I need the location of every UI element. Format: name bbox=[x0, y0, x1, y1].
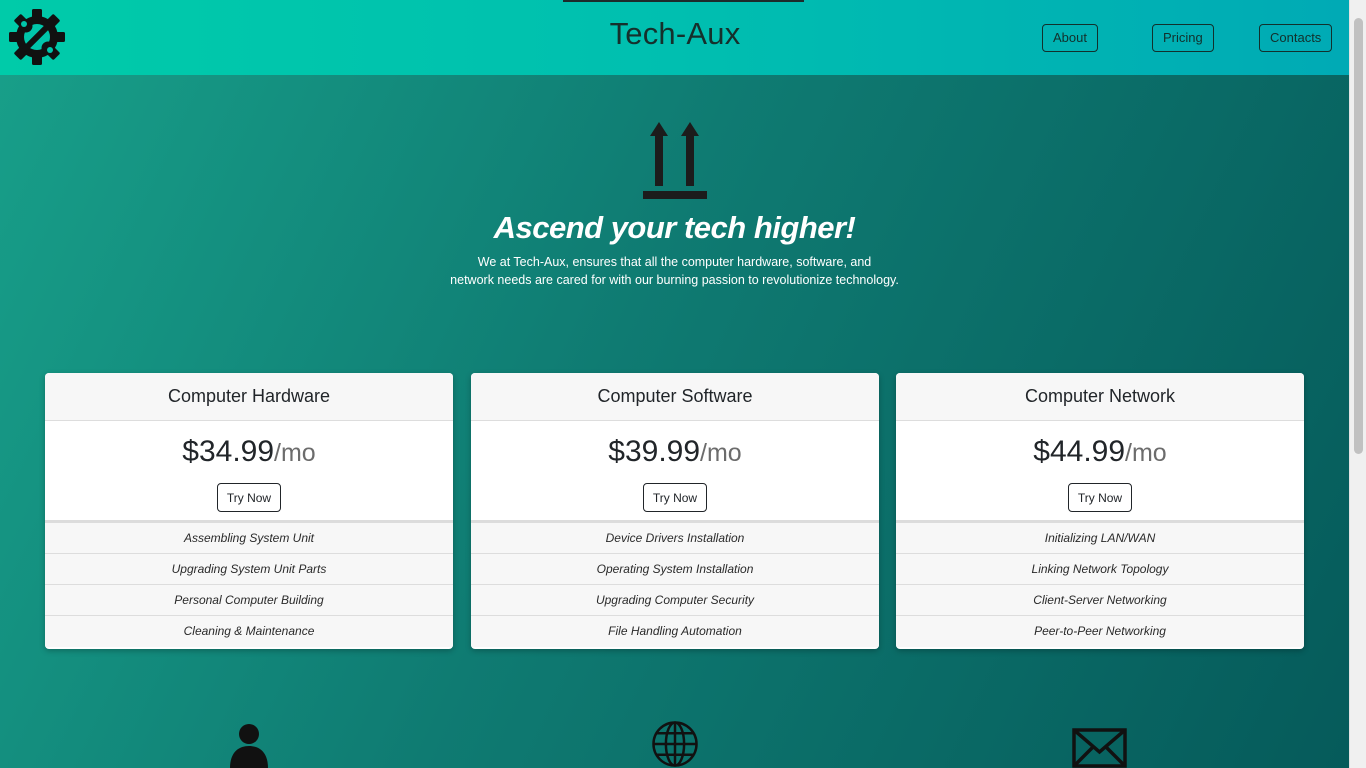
nav-about-button[interactable]: About bbox=[1042, 24, 1098, 52]
price-unit: /mo bbox=[700, 439, 742, 467]
feature-list: Initializing LAN/WAN Linking Network Top… bbox=[896, 523, 1304, 647]
price-amount: $34.99 bbox=[182, 435, 275, 468]
brand-title: Tech-Aux bbox=[609, 16, 741, 51]
feature-item: Operating System Installation bbox=[471, 554, 879, 585]
hero-description: We at Tech-Aux, ensures that all the com… bbox=[0, 253, 1349, 289]
nav-pricing-button[interactable]: Pricing bbox=[1152, 24, 1214, 52]
gear-wrench-icon[interactable] bbox=[8, 8, 66, 66]
card-title: Computer Software bbox=[471, 373, 879, 421]
feature-item: Personal Computer Building bbox=[45, 585, 453, 616]
feature-item: Cleaning & Maintenance bbox=[45, 616, 453, 647]
card-title: Computer Network bbox=[896, 373, 1304, 421]
card-body: $44.99/mo Try Now bbox=[896, 421, 1304, 523]
price-unit: /mo bbox=[1125, 439, 1167, 467]
feature-item: Peer-to-Peer Networking bbox=[896, 616, 1304, 647]
hero-description-line-2: network needs are cared for with our bur… bbox=[450, 273, 899, 287]
price-amount: $39.99 bbox=[608, 435, 701, 468]
price: $44.99/mo bbox=[896, 421, 1304, 475]
scrollbar-thumb[interactable] bbox=[1354, 18, 1363, 454]
feature-item: Initializing LAN/WAN bbox=[896, 523, 1304, 554]
feature-item: File Handling Automation bbox=[471, 616, 879, 647]
price: $39.99/mo bbox=[471, 421, 879, 475]
try-now-button[interactable]: Try Now bbox=[216, 483, 282, 512]
feature-item: Upgrading System Unit Parts bbox=[45, 554, 453, 585]
try-now-button[interactable]: Try Now bbox=[642, 483, 708, 512]
feature-item: Linking Network Topology bbox=[896, 554, 1304, 585]
feature-item: Client-Server Networking bbox=[896, 585, 1304, 616]
feature-item: Device Drivers Installation bbox=[471, 523, 879, 554]
envelope-icon bbox=[1072, 728, 1127, 768]
card-title: Computer Hardware bbox=[45, 373, 453, 421]
feature-list: Device Drivers Installation Operating Sy… bbox=[471, 523, 879, 647]
try-now-button[interactable]: Try Now bbox=[1067, 483, 1133, 512]
top-accent-line bbox=[563, 0, 804, 2]
person-icon bbox=[230, 724, 268, 768]
feature-item: Upgrading Computer Security bbox=[471, 585, 879, 616]
price-unit: /mo bbox=[274, 439, 316, 467]
hero-description-line-1: We at Tech-Aux, ensures that all the com… bbox=[477, 255, 872, 269]
feature-item: Assembling System Unit bbox=[45, 523, 453, 554]
feature-list: Assembling System Unit Upgrading System … bbox=[45, 523, 453, 647]
card-body: $34.99/mo Try Now bbox=[45, 421, 453, 523]
header: Tech-Aux About Pricing Contacts bbox=[0, 0, 1349, 75]
price-amount: $44.99 bbox=[1033, 435, 1126, 468]
nav-contacts-button[interactable]: Contacts bbox=[1259, 24, 1333, 52]
price: $34.99/mo bbox=[45, 421, 453, 475]
card-body: $39.99/mo Try Now bbox=[471, 421, 879, 523]
pricing-card-hardware: Computer Hardware $34.99/mo Try Now Asse… bbox=[45, 373, 453, 649]
pricing-card-network: Computer Network $44.99/mo Try Now Initi… bbox=[896, 373, 1304, 649]
arrows-up-icon bbox=[643, 122, 707, 199]
hero-title: Ascend your tech higher! bbox=[493, 210, 856, 245]
pricing-card-software: Computer Software $39.99/mo Try Now Devi… bbox=[471, 373, 879, 649]
scrollbar[interactable] bbox=[1349, 0, 1366, 768]
globe-icon bbox=[652, 721, 698, 767]
page: Tech-Aux About Pricing Contacts Ascend y… bbox=[0, 0, 1349, 768]
